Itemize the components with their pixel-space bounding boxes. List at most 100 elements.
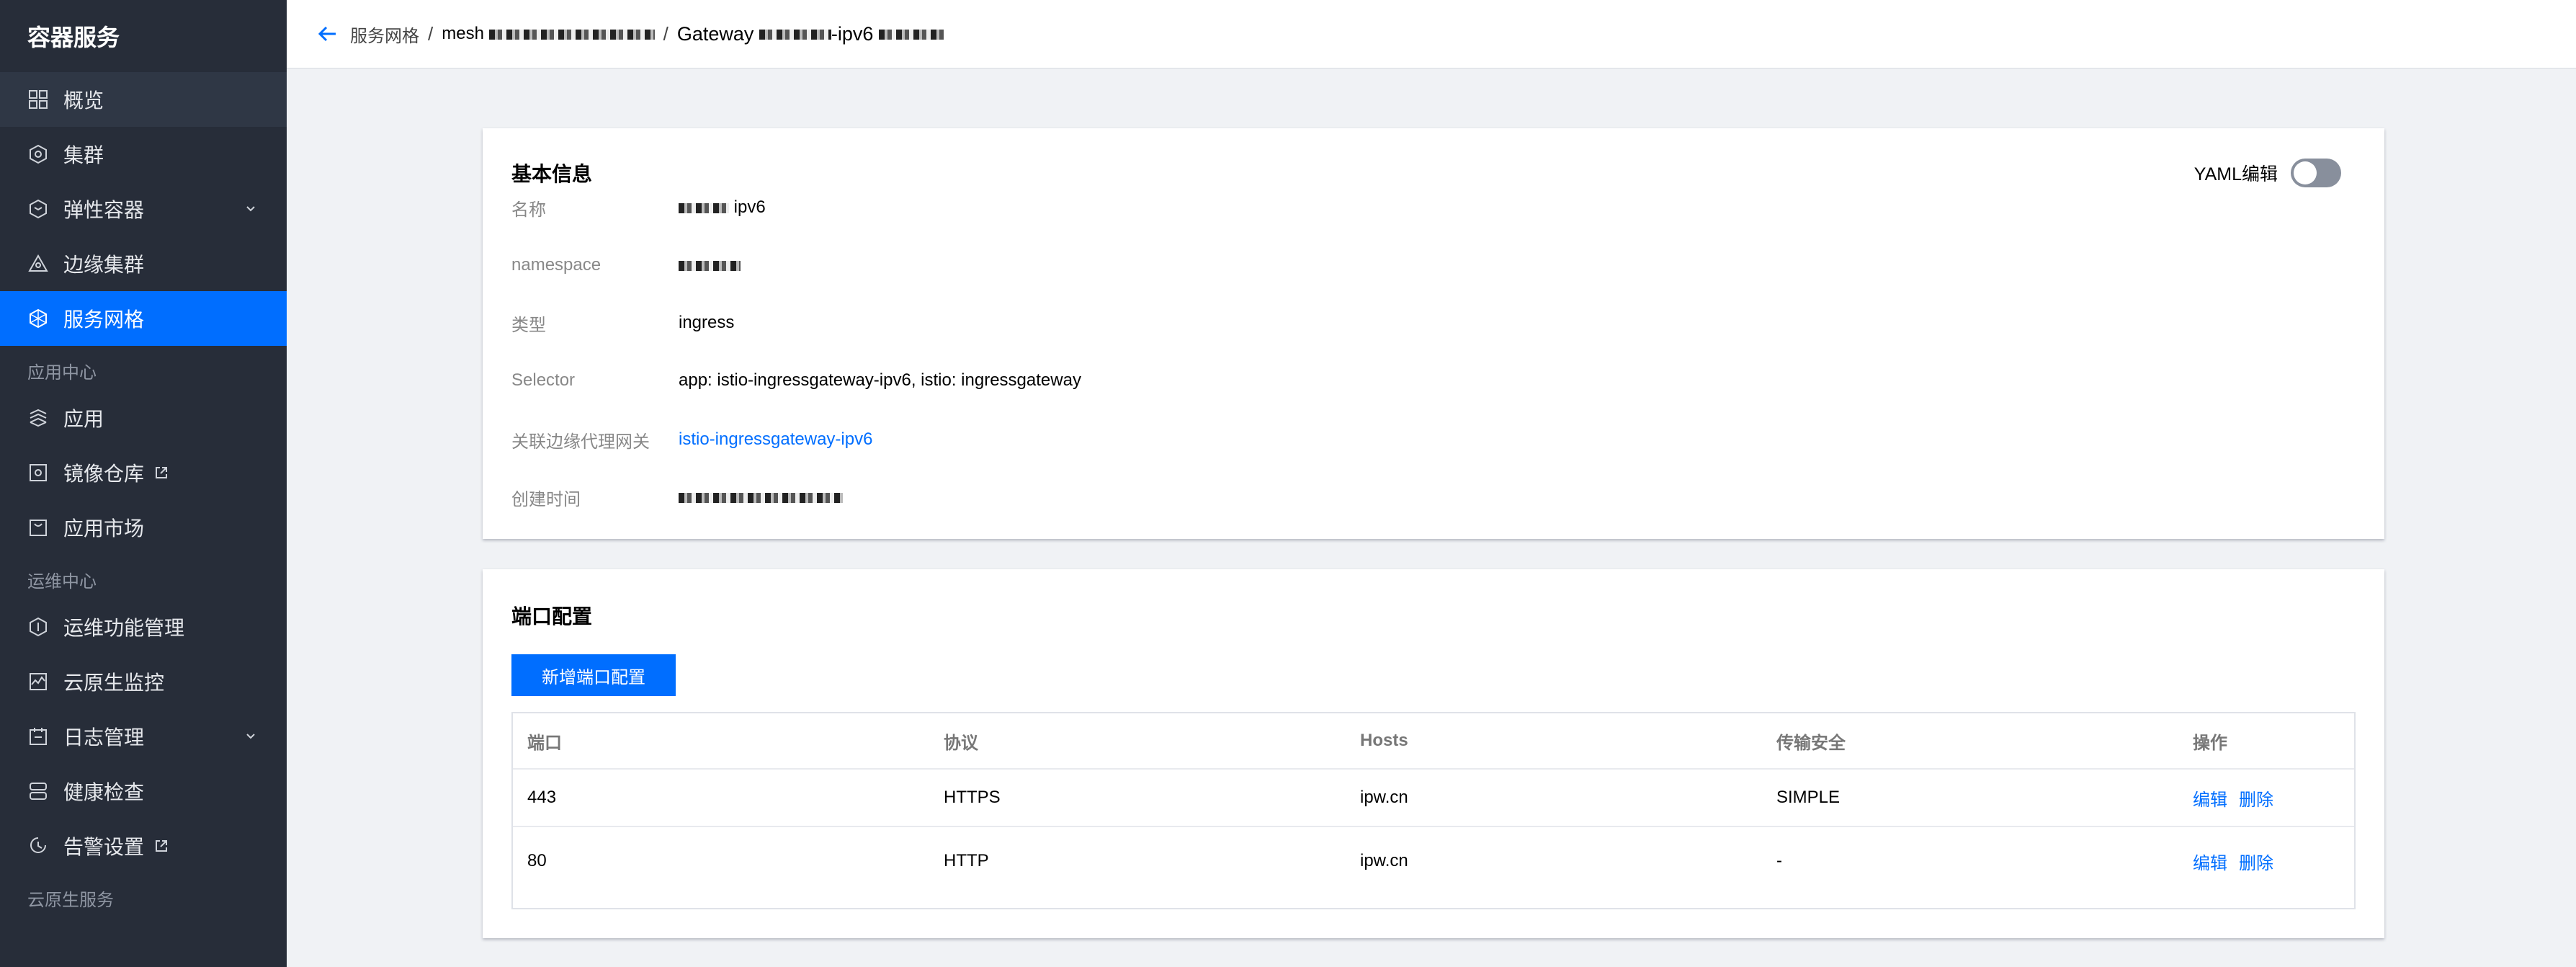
mesh-icon xyxy=(27,308,49,329)
port-config-card: 端口配置 新增端口配置 端口 协议 Hosts 传输安全 操作 443 HTTP… xyxy=(483,569,2384,938)
sidebar-item-elastic[interactable]: 弹性容器 xyxy=(0,182,287,236)
app-root: 容器服务 概览 集群 弹性容器 边缘集群 服务网格 应用中心 应用 镜像仓库 应… xyxy=(0,0,2576,967)
port-config-title: 端口配置 xyxy=(511,605,593,628)
column-header: 协议 xyxy=(944,733,978,753)
sidebar-item-ops[interactable]: 运维功能管理 xyxy=(0,600,287,654)
column-header: 传输安全 xyxy=(1776,733,1846,753)
delete-button[interactable]: 删除 xyxy=(2239,790,2273,810)
yaml-edit-label: YAML编辑 xyxy=(2193,164,2278,184)
sidebar-item-label: 集群 xyxy=(63,144,104,166)
table-row: 443 HTTPS ipw.cn SIMPLE 编辑 删除 xyxy=(513,770,2354,827)
field-gateway-label: 关联边缘代理网关 xyxy=(511,432,650,452)
field-namespace: namespace xyxy=(511,251,741,280)
field-name: 名称 ipv6 xyxy=(511,193,766,222)
cell-actions: 编辑 删除 xyxy=(2178,849,2354,874)
cell-tls: - xyxy=(1776,851,1782,870)
sidebar-item-label: 应用市场 xyxy=(63,517,145,540)
edit-button[interactable]: 编辑 xyxy=(2193,854,2227,873)
redacted-text xyxy=(759,30,831,40)
cell-protocol: HTTPS xyxy=(944,788,1001,807)
cell-port: 443 xyxy=(527,788,557,807)
chevron-down-icon xyxy=(246,206,255,212)
delete-button[interactable]: 删除 xyxy=(2239,854,2273,873)
table-header: 端口 协议 Hosts 传输安全 操作 xyxy=(513,713,2354,770)
redacted-text xyxy=(488,29,655,40)
sidebar-item-edge[interactable]: 边缘集群 xyxy=(0,236,287,291)
basic-info-card: 基本信息 YAML编辑 名称 ipv6 namespace 类型 ingress… xyxy=(483,128,2384,539)
breadcrumb: 服务网格 / mesh / Gateway -ipv6 xyxy=(287,0,2576,69)
yaml-edit-toggle[interactable] xyxy=(2291,159,2341,187)
sidebar-item-market[interactable]: 应用市场 xyxy=(0,500,287,555)
log-icon xyxy=(27,726,49,747)
sidebar-item-app[interactable]: 应用 xyxy=(0,391,287,445)
market-icon xyxy=(27,517,49,538)
field-namespace-value xyxy=(679,255,741,275)
toggle-knob xyxy=(2294,161,2317,184)
sidebar-item-label: 弹性容器 xyxy=(63,199,145,221)
field-gateway: 关联边缘代理网关 istio-ingressgateway-ipv6 xyxy=(511,425,872,454)
edit-button[interactable]: 编辑 xyxy=(2193,790,2227,810)
redacted-text xyxy=(679,260,741,271)
sidebar-item-label: 运维功能管理 xyxy=(63,617,185,639)
redacted-text xyxy=(679,202,729,213)
field-name-label: 名称 xyxy=(511,200,546,220)
health-icon xyxy=(27,780,49,802)
sidebar: 容器服务 概览 集群 弹性容器 边缘集群 服务网格 应用中心 应用 镜像仓库 应… xyxy=(0,0,287,967)
cell-protocol: HTTP xyxy=(944,851,989,870)
column-header: Hosts xyxy=(1360,731,1408,750)
gateway-link[interactable]: istio-ingressgateway-ipv6 xyxy=(679,429,872,450)
field-created-label: 创建时间 xyxy=(511,489,581,509)
external-link-icon xyxy=(156,467,168,478)
field-name-value: ipv6 xyxy=(679,197,766,218)
elastic-icon xyxy=(27,198,49,220)
breadcrumb-gateway: Gateway -ipv6 xyxy=(677,23,944,45)
ops-icon xyxy=(27,616,49,638)
sidebar-item-label: 边缘集群 xyxy=(63,254,145,276)
redacted-text xyxy=(878,30,944,40)
sidebar-title: 容器服务 xyxy=(27,24,120,50)
sidebar-item-cluster[interactable]: 集群 xyxy=(0,127,287,182)
sidebar-item-mesh[interactable]: 服务网格 xyxy=(0,291,287,346)
sidebar-item-monitor[interactable]: 云原生监控 xyxy=(0,654,287,709)
sidebar-item-overview[interactable]: 概览 xyxy=(0,72,287,127)
external-link-icon xyxy=(156,840,168,852)
sidebar-item-label: 日志管理 xyxy=(63,726,145,749)
breadcrumb-mesh[interactable]: 服务网格 xyxy=(350,22,419,47)
breadcrumb-separator: / xyxy=(663,22,668,45)
field-type-label: 类型 xyxy=(511,315,546,335)
sidebar-item-label: 云原生监控 xyxy=(63,672,165,694)
sidebar-group-app: 应用中心 xyxy=(27,363,97,383)
add-port-button[interactable]: 新增端口配置 xyxy=(511,654,676,696)
sidebar-item-health[interactable]: 健康检查 xyxy=(0,764,287,819)
field-namespace-label: namespace xyxy=(511,255,601,275)
field-type-value: ingress xyxy=(679,313,735,332)
sidebar-item-registry[interactable]: 镜像仓库 xyxy=(0,445,287,500)
field-selector-label: Selector xyxy=(511,370,576,390)
sidebar-item-label: 概览 xyxy=(63,89,104,112)
alarm-icon xyxy=(27,835,49,857)
sidebar-item-label: 健康检查 xyxy=(63,781,145,803)
sidebar-group-cloud: 云原生服务 xyxy=(27,891,114,910)
yaml-edit-toggle-group: YAML编辑 xyxy=(2194,159,2341,187)
field-created: 创建时间 xyxy=(511,483,843,512)
arrow-left-icon[interactable] xyxy=(316,22,340,46)
breadcrumb-mesh-id[interactable]: mesh xyxy=(442,24,655,44)
cell-actions: 编辑 删除 xyxy=(2178,785,2354,811)
sidebar-item-label: 镜像仓库 xyxy=(63,463,145,485)
cluster-icon xyxy=(27,143,49,165)
sidebar-item-log[interactable]: 日志管理 xyxy=(0,709,287,764)
sidebar-item-alarm[interactable]: 告警设置 xyxy=(0,819,287,873)
sidebar-item-label: 服务网格 xyxy=(63,308,145,331)
sidebar-group-ops: 运维中心 xyxy=(27,572,97,592)
app-icon xyxy=(27,407,49,429)
field-selector-value: app: istio-ingressgateway-ipv6, istio: i… xyxy=(679,370,1081,390)
edge-icon xyxy=(27,253,49,275)
monitor-icon xyxy=(27,671,49,692)
sidebar-item-label: 应用 xyxy=(63,408,104,430)
port-table: 端口 协议 Hosts 传输安全 操作 443 HTTPS ipw.cn SIM… xyxy=(511,712,2356,909)
cell-port: 80 xyxy=(527,851,547,870)
table-row: 80 HTTP ipw.cn - 编辑 删除 xyxy=(513,827,2354,895)
chevron-down-icon xyxy=(246,734,255,739)
column-header: 操作 xyxy=(2193,733,2227,753)
field-selector: Selector app: istio-ingressgateway-ipv6,… xyxy=(511,366,1081,395)
